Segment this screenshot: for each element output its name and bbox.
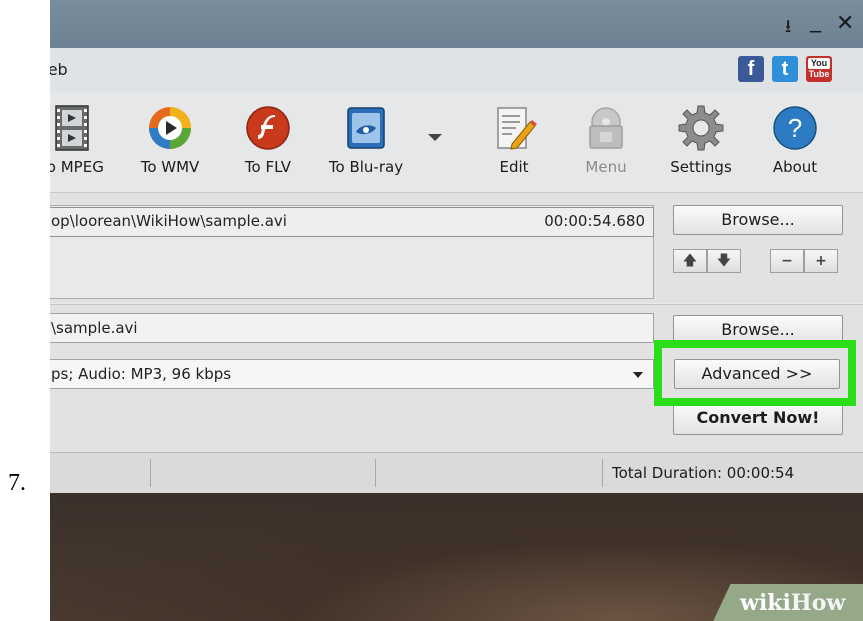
status-bar: Total Duration: 00:00:54 bbox=[50, 452, 863, 493]
profile-select[interactable]: ps; Audio: MP3, 96 kbps bbox=[50, 359, 654, 389]
watermark-wiki: wiki bbox=[740, 590, 791, 616]
profile-value: ps; Audio: MP3, 96 kbps bbox=[51, 365, 232, 383]
close-button[interactable]: ✕ bbox=[836, 11, 854, 36]
input-file-list[interactable]: op\loorean\WikiHow\sample.avi 00:00:54.6… bbox=[50, 205, 654, 299]
input-file-path: op\loorean\WikiHow\sample.avi bbox=[51, 212, 287, 230]
move-up-button[interactable]: 🡅 bbox=[673, 249, 707, 273]
wikihow-watermark: wikiHow bbox=[740, 590, 845, 616]
facebook-icon[interactable]: f bbox=[738, 56, 764, 82]
menu-label: Menu bbox=[585, 158, 627, 176]
edit-icon bbox=[490, 104, 538, 152]
status-divider bbox=[375, 459, 376, 487]
to-mpeg-label: To MPEG bbox=[50, 158, 104, 176]
dropdown-arrow-icon[interactable] bbox=[428, 134, 442, 141]
screenshot: ⭳ _ ✕ Veb f t You Tube bbox=[50, 0, 863, 621]
step-number: 7. bbox=[8, 470, 26, 496]
to-mpeg-button[interactable]: To MPEG bbox=[50, 98, 112, 176]
status-divider bbox=[150, 459, 151, 487]
settings-label: Settings bbox=[670, 158, 732, 176]
minimize-button[interactable]: _ bbox=[810, 8, 821, 33]
menu-web[interactable]: Veb bbox=[50, 60, 68, 79]
to-wmv-label: To WMV bbox=[140, 158, 200, 176]
title-bar: ⭳ _ ✕ bbox=[50, 0, 863, 48]
input-duration: 00:00:54.680 bbox=[544, 212, 645, 230]
to-bluray-label: To Blu-ray bbox=[328, 158, 404, 176]
wmv-icon bbox=[146, 104, 194, 152]
input-browse-button[interactable]: Browse... bbox=[673, 205, 843, 235]
input-file-row[interactable]: op\loorean\WikiHow\sample.avi 00:00:54.6… bbox=[50, 207, 654, 237]
watermark-how: How bbox=[790, 590, 846, 616]
help-icon: ? bbox=[771, 104, 819, 152]
toolbar: To MPEG To WMV bbox=[50, 92, 863, 193]
about-button[interactable]: ? About bbox=[755, 98, 835, 176]
app-window: ⭳ _ ✕ Veb f t You Tube bbox=[50, 0, 863, 493]
edit-button[interactable]: Edit bbox=[474, 98, 554, 176]
advanced-highlight bbox=[654, 340, 856, 406]
to-wmv-button[interactable]: To WMV bbox=[130, 98, 210, 176]
settings-button[interactable]: Settings bbox=[661, 98, 741, 176]
menu-bar: Veb f t You Tube bbox=[50, 48, 863, 93]
remove-button[interactable]: − bbox=[770, 249, 804, 273]
svg-text:?: ? bbox=[788, 113, 802, 143]
youtube-icon[interactable]: You Tube bbox=[806, 56, 832, 82]
move-down-button[interactable]: 🡇 bbox=[707, 249, 741, 273]
output-file-path: \sample.avi bbox=[51, 319, 138, 337]
status-divider bbox=[602, 459, 603, 487]
pin-icon[interactable]: ⭳ bbox=[785, 14, 791, 44]
to-flv-label: To FLV bbox=[244, 158, 292, 176]
to-bluray-button[interactable]: To Blu-ray bbox=[326, 98, 406, 176]
gear-icon bbox=[677, 104, 725, 152]
output-path-field[interactable]: \sample.avi bbox=[50, 313, 654, 343]
edit-label: Edit bbox=[499, 158, 529, 176]
menu-disc-icon bbox=[582, 104, 630, 152]
twitter-icon[interactable]: t bbox=[772, 56, 798, 82]
menu-button[interactable]: Menu bbox=[566, 98, 646, 176]
to-flv-button[interactable]: To FLV bbox=[228, 98, 308, 176]
add-button[interactable]: + bbox=[804, 249, 838, 273]
convert-now-button[interactable]: Convert Now! bbox=[673, 401, 843, 435]
bluray-icon bbox=[342, 104, 390, 152]
total-duration: Total Duration: 00:00:54 bbox=[612, 464, 795, 482]
input-panel: op\loorean\WikiHow\sample.avi 00:00:54.6… bbox=[50, 193, 863, 303]
chevron-down-icon[interactable] bbox=[633, 372, 643, 378]
flash-icon bbox=[244, 104, 292, 152]
film-strip-icon bbox=[50, 104, 96, 152]
about-label: About bbox=[772, 158, 818, 176]
